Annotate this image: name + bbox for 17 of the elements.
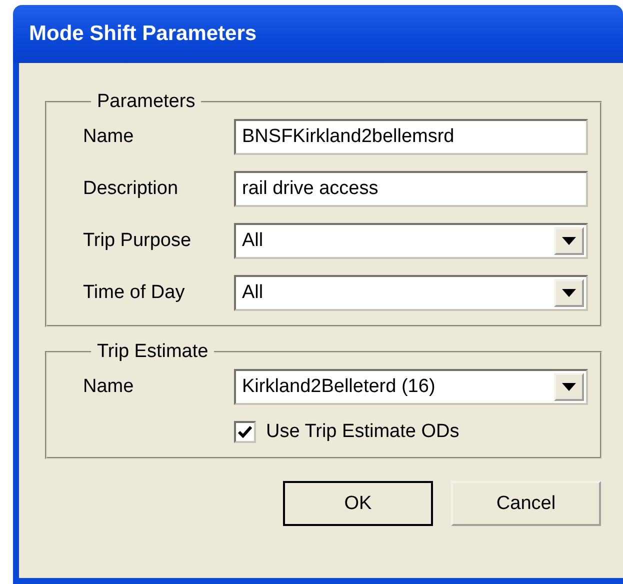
field-label: Time of Day (83, 282, 186, 304)
dialog-button[interactable]: Cancel (451, 481, 601, 526)
checkbox-label[interactable]: Use Trip Estimate ODs (266, 421, 460, 443)
dropdown[interactable]: All (234, 223, 588, 259)
dropdown[interactable]: All (234, 275, 588, 311)
checkbox[interactable] (234, 421, 256, 443)
group-title: Trip Estimate (96, 341, 210, 363)
field-label: Name (83, 376, 135, 398)
field-label: Name (83, 126, 135, 148)
input-field[interactable]: rail drive access (234, 171, 588, 207)
group-title: Parameters (96, 91, 196, 113)
input-field[interactable]: BNSFKirkland2bellemsrd (234, 119, 588, 155)
field-label: Trip Purpose (83, 230, 192, 252)
window-title: Mode Shift Parameters (29, 22, 257, 46)
dropdown[interactable]: Kirkland2Belleterd (16) (234, 369, 588, 405)
field-label: Description (83, 178, 180, 200)
dialog-button[interactable]: OK (283, 481, 433, 526)
